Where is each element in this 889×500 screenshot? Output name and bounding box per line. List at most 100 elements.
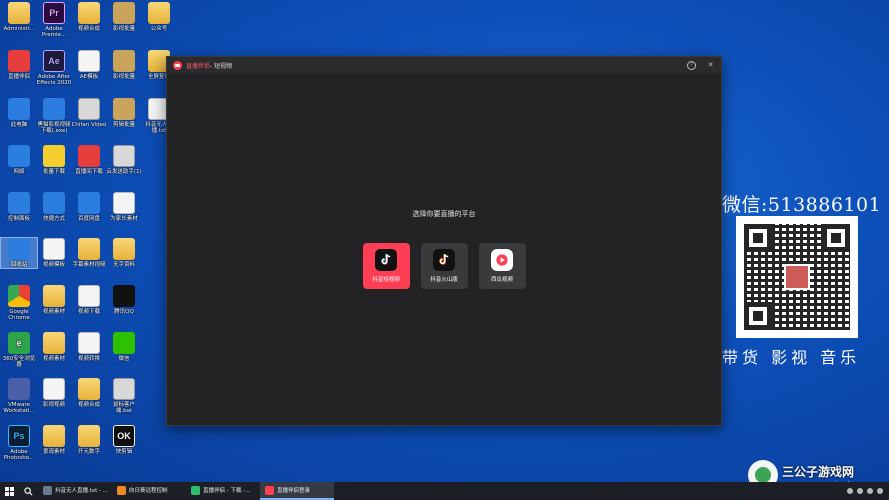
desktop-icon-label: Administr... [3, 26, 35, 32]
desktop-icon-label: 百度网盘 [77, 216, 100, 222]
desktop-icon[interactable]: 景观素材 [36, 425, 72, 455]
promo-wechat-text: 微信:513886101 [722, 194, 882, 216]
desktop-icon-image: e [8, 332, 30, 354]
desktop-icon[interactable]: 控制面板 [1, 192, 37, 222]
desktop-icon-image [78, 332, 100, 354]
desktop-icon[interactable]: 影视批量 [106, 50, 142, 80]
desktop-icon[interactable]: Chifan Video [71, 98, 107, 128]
desktop-icon[interactable]: 批量下载 [36, 145, 72, 175]
taskbar-item[interactable]: 抖音无人直播.txt - ... [38, 482, 112, 500]
desktop-icon[interactable]: 腾讯QQ [106, 285, 142, 315]
desktop-icon[interactable]: e 360安全浏览器 [1, 332, 37, 369]
desktop-icon[interactable]: 快捷方式 [36, 192, 72, 222]
desktop-icon-label: 景观素材 [42, 449, 65, 455]
desktop-icon-image [78, 378, 100, 400]
desktop-icon-image [113, 332, 135, 354]
desktop-icon[interactable]: 网络 [1, 145, 37, 175]
desktop-icon-label: 回收站 [10, 262, 28, 268]
desktop-icon[interactable]: AE模板 [71, 50, 107, 80]
help-icon[interactable]: ? [687, 60, 696, 70]
desktop-icon-label: 批量下载 [42, 169, 65, 175]
desktop-icon-image [113, 50, 135, 72]
window-title-brand: 直播伴侣 [186, 62, 211, 70]
desktop-icon[interactable]: 视频模板 [36, 238, 72, 268]
desktop-icon[interactable]: 鼠标客户端.bat [106, 378, 142, 415]
desktop-icon-label: 微信 [118, 356, 130, 362]
watermark-title: 三公子游戏网 [782, 464, 855, 479]
desktop-icon[interactable]: 视频合成 [71, 378, 107, 408]
tray-notification-icon[interactable] [877, 488, 883, 494]
platform-button-douyin[interactable]: 抖音短视频 [362, 243, 410, 289]
desktop-icon-image [43, 238, 65, 260]
desktop-icon[interactable]: OK 快剪辑 [106, 425, 142, 455]
desktop-icon[interactable]: 影视视频 [36, 378, 72, 408]
desktop-icon-image [113, 145, 135, 167]
desktop-icon[interactable]: 公众号 [141, 2, 177, 32]
desktop-icon-image [113, 2, 135, 24]
desktop-icon[interactable]: 回收站 [0, 236, 38, 270]
desktop-icon-image [43, 425, 65, 447]
desktop-icon[interactable]: Pr Adobe Premie... [36, 2, 72, 39]
platform-button-xigua[interactable]: 西瓜视频 [478, 243, 526, 289]
desktop-icon[interactable]: 影视批量 [106, 2, 142, 32]
desktop-icon[interactable]: 视频合成 [71, 2, 107, 32]
desktop-icon-label: 此电脑 [10, 122, 28, 128]
desktop-icon-label: 视频模板 [42, 262, 65, 268]
tray-volume-icon[interactable] [857, 488, 863, 494]
desktop-icon[interactable]: 此电脑 [1, 98, 37, 128]
desktop-icon[interactable]: 直播伴侣 [1, 50, 37, 80]
desktop-icon-label: 视频下载 [77, 309, 100, 315]
desktop-icon-image: Ps [8, 425, 30, 447]
xigua-icon [491, 249, 513, 271]
desktop-icon[interactable]: 云发送助手(1) [106, 145, 142, 175]
tray-network-icon[interactable] [847, 488, 853, 494]
desktop-icon-image [113, 192, 135, 214]
desktop-icon-image [8, 378, 30, 400]
desktop-icon[interactable]: 直播间下载 [71, 145, 107, 175]
desktop-icon-label: 影视批量 [112, 74, 135, 80]
desktop-icon[interactable]: 微信 [106, 332, 142, 362]
search-button[interactable] [18, 482, 38, 500]
desktop-icon-label: 影视批量 [112, 26, 135, 32]
desktop-icon[interactable]: Google Chrome [1, 285, 37, 322]
desktop-icon-image [113, 238, 135, 260]
title-bar[interactable]: 直播伴侣 - 短视频 ? ✕ [167, 57, 721, 73]
desktop-icon[interactable]: Ps Adobe Photosho... [1, 425, 37, 462]
desktop-icon-image [8, 2, 30, 24]
desktop-icon[interactable]: VMware Workstati... [1, 378, 37, 415]
taskbar-item[interactable]: 直播伴侣 - 下载 -... [186, 482, 260, 500]
desktop-icon-image [78, 98, 100, 120]
desktop-icon-image [43, 332, 65, 354]
desktop-icon[interactable]: 视频素材 [36, 285, 72, 315]
platform-button-huoshan[interactable]: 抖音火山版 [420, 243, 468, 289]
qr-logo-icon [784, 264, 810, 290]
desktop-icon[interactable]: 开元数字 [71, 425, 107, 455]
close-icon[interactable]: ✕ [706, 61, 715, 70]
desktop-icon-image: Pr [43, 2, 65, 24]
desktop-icon-label: 字幕素材视频 [72, 262, 106, 268]
taskbar-item[interactable]: 向日葵远程控制 [112, 482, 186, 500]
desktop-icon-label: Google Chrome [8, 309, 30, 322]
start-button[interactable] [0, 482, 18, 500]
desktop-icon[interactable]: Administr... [1, 2, 37, 32]
desktop-icon[interactable]: 视频素材 [36, 332, 72, 362]
desktop-icon-label: 腾讯QQ [114, 309, 134, 315]
taskbar-item-label: 抖音无人直播.txt - ... [55, 488, 109, 494]
desktop-icon[interactable]: 视频转换 [71, 332, 107, 362]
desktop-icon[interactable]: 无字资料 [106, 238, 142, 268]
desktop-icon[interactable]: Ae Adobe After Effects 2020 [36, 50, 72, 87]
taskbar-item[interactable]: 直播伴侣登录 [260, 482, 334, 500]
desktop-icon[interactable]: 字幕素材视频 [71, 238, 107, 268]
desktop-icon-label: 视频素材 [42, 356, 65, 362]
tray-input-icon[interactable] [867, 488, 873, 494]
desktop-icon-label: 开元数字 [77, 449, 100, 455]
desktop-icon-label: 直播间下载 [75, 169, 103, 175]
desktop-icon-label: Adobe After Effects 2020 [36, 74, 72, 87]
platform-label: 抖音火山版 [430, 277, 458, 283]
desktop-icon[interactable]: 为家长素材 [106, 192, 142, 222]
desktop-icon[interactable]: 百度网盘 [71, 192, 107, 222]
desktop-icon[interactable]: 剪辑批量 [106, 98, 142, 128]
desktop-icon[interactable]: 视频下载 [71, 285, 107, 315]
desktop-icon[interactable]: 黑猫影视视频下载(.exe) [36, 98, 72, 135]
windows-icon [4, 486, 14, 496]
